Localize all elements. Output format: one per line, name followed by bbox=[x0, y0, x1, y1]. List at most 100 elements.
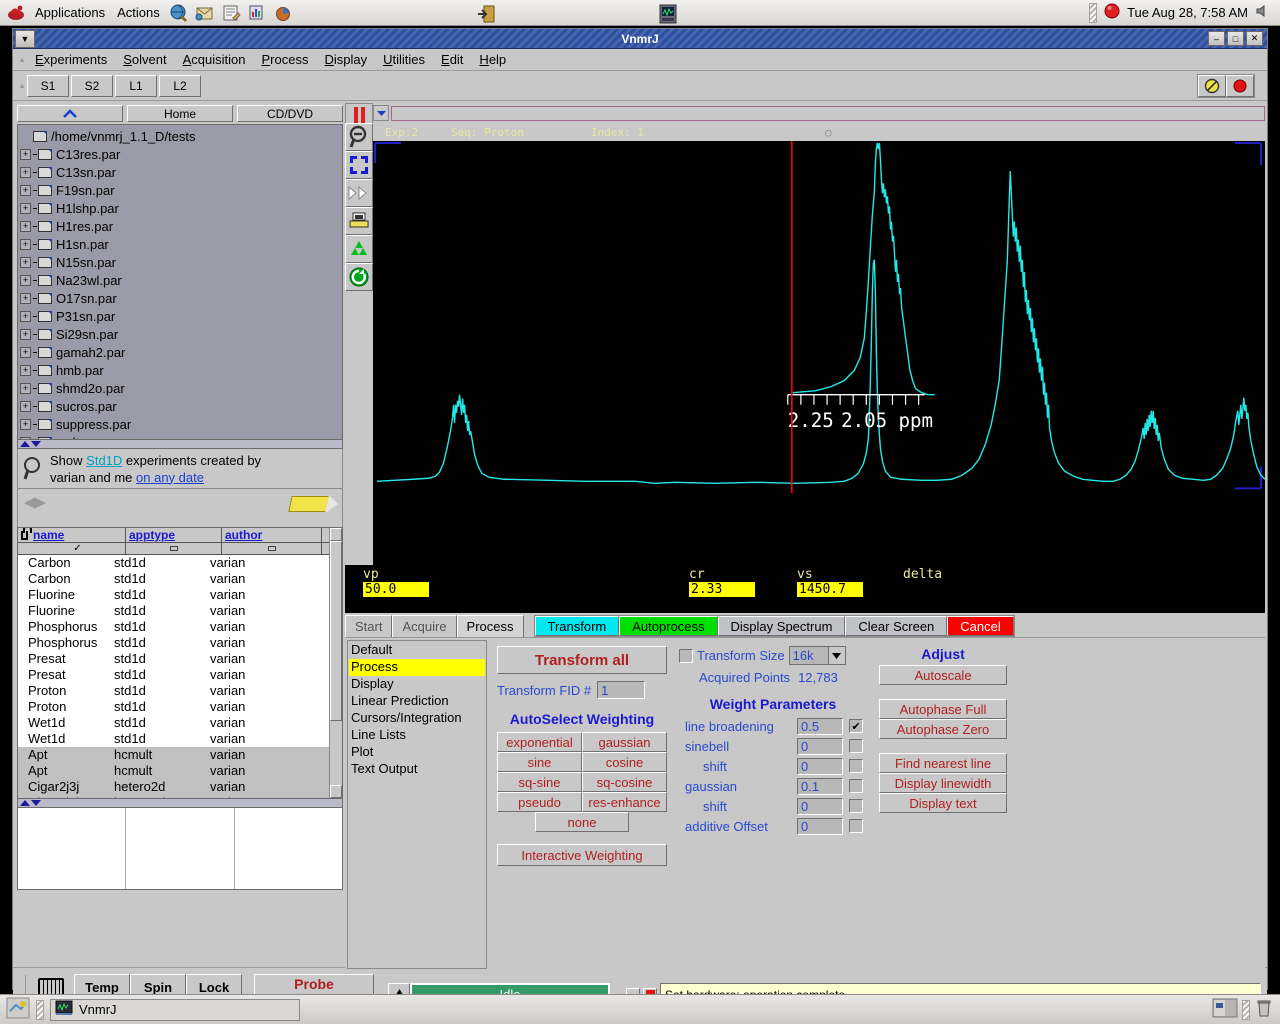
toolbar-button-l1[interactable]: L1 bbox=[115, 74, 157, 97]
autophase-full-button[interactable]: Autophase Full bbox=[879, 699, 1007, 719]
chevron-down-icon[interactable] bbox=[373, 105, 389, 121]
weight-param-input[interactable]: 0.1 bbox=[797, 777, 843, 795]
spectrum-display[interactable]: Exp:2 Seq: Proton Index: 1 ○ 2.25 2.05 p… bbox=[373, 123, 1265, 565]
web-browser-icon[interactable] bbox=[169, 3, 189, 23]
table-row[interactable]: Phosphorus std1d varian bbox=[18, 619, 329, 635]
magnifier-icon[interactable] bbox=[22, 456, 44, 482]
redhat-logo-icon[interactable] bbox=[6, 3, 26, 23]
weighting-sq-cosine[interactable]: sq-cosine bbox=[582, 772, 667, 792]
tree-item[interactable]: + shmd2o.par bbox=[20, 379, 342, 397]
param-vs[interactable]: vs 1450.7 bbox=[797, 567, 863, 597]
full-screen-icon[interactable] bbox=[345, 151, 373, 179]
no-entry-icon[interactable] bbox=[1198, 74, 1226, 97]
minimize-button[interactable]: – bbox=[1208, 31, 1225, 46]
column-header-name[interactable]: name bbox=[30, 528, 126, 542]
display-text-button[interactable]: Display text bbox=[879, 793, 1007, 813]
workspace-switcher-icon[interactable] bbox=[1212, 998, 1238, 1021]
weighting-cosine[interactable]: cosine bbox=[582, 752, 667, 772]
process-page-item[interactable]: Process bbox=[349, 659, 485, 676]
expand-icon[interactable]: + bbox=[20, 256, 31, 268]
locator-table[interactable]: name apptype author ✓ Carbon std1d varian C… bbox=[17, 527, 343, 799]
weighting-res-enhance[interactable]: res-enhance bbox=[582, 792, 667, 812]
probe-label[interactable]: Probe bbox=[254, 973, 374, 995]
print-icon[interactable] bbox=[345, 207, 373, 235]
process-page-item[interactable]: Line Lists bbox=[349, 727, 485, 744]
presentation-icon[interactable] bbox=[247, 3, 267, 23]
weighting-gaussian[interactable]: gaussian bbox=[582, 732, 667, 752]
tree-item[interactable]: +waltz.par bbox=[20, 433, 342, 439]
expand-icon[interactable]: + bbox=[20, 292, 31, 304]
tree-root-row[interactable]: /home/vnmrj_1.1_D/tests bbox=[20, 127, 342, 145]
expand-icon[interactable]: + bbox=[20, 364, 31, 376]
tab-start[interactable]: Start bbox=[345, 615, 393, 637]
tray-drag-handle[interactable] bbox=[1242, 999, 1250, 1020]
toolbar-button-l2[interactable]: L2 bbox=[159, 74, 201, 97]
weight-param-input[interactable]: 0 bbox=[797, 757, 843, 775]
transform-fid-input[interactable]: 1 bbox=[597, 681, 646, 699]
menu-help[interactable]: Help bbox=[471, 50, 514, 69]
menu-utilities[interactable]: Utilities bbox=[375, 50, 433, 69]
display-linewidth-button[interactable]: Display linewidth bbox=[879, 773, 1007, 793]
expand-icon[interactable]: + bbox=[20, 220, 31, 232]
transform-size-select[interactable]: 16k bbox=[788, 646, 846, 665]
spectrum-canvas[interactable]: 2.25 2.05 ppm bbox=[373, 141, 1265, 494]
table-row[interactable]: Carbon std1d varian bbox=[18, 555, 329, 571]
date-filter-link[interactable]: on any date bbox=[136, 470, 204, 485]
column-header-author[interactable]: author bbox=[222, 528, 322, 542]
file-tree[interactable]: /home/vnmrj_1.1_D/tests + C13res.par + C13s… bbox=[17, 124, 343, 440]
volume-icon[interactable] bbox=[1254, 3, 1270, 22]
table-row[interactable]: Proton std1d varian bbox=[18, 683, 329, 699]
locator-scroll-down-icon[interactable] bbox=[330, 785, 342, 798]
weighting-sine[interactable]: sine bbox=[497, 752, 582, 772]
expand-icon[interactable]: + bbox=[20, 166, 31, 178]
tree-item[interactable]: + H1lshp.par bbox=[20, 199, 342, 217]
panel-drag-handle[interactable] bbox=[1089, 2, 1098, 23]
autophase-zero-button[interactable]: Autophase Zero bbox=[879, 719, 1007, 739]
find-nearest-line-button[interactable]: Find nearest line bbox=[879, 753, 1007, 773]
tree-item[interactable]: + N15sn.par bbox=[20, 253, 342, 271]
weight-param-checkbox[interactable] bbox=[849, 759, 863, 773]
param-vs-value[interactable]: 1450.7 bbox=[797, 582, 863, 597]
expand-icon[interactable]: + bbox=[20, 310, 31, 322]
scroll-down-icon[interactable] bbox=[31, 441, 41, 447]
table-row[interactable]: Carbon std1d varian bbox=[18, 571, 329, 587]
scroll-up-icon[interactable] bbox=[20, 441, 30, 447]
tree-item[interactable]: + F19sn.par bbox=[20, 181, 342, 199]
recycle-icon[interactable] bbox=[345, 235, 373, 263]
action-cancel[interactable]: Cancel bbox=[947, 616, 1014, 636]
mail-icon[interactable] bbox=[195, 3, 215, 23]
action-autoprocess[interactable]: Autoprocess bbox=[619, 616, 718, 636]
weight-param-input[interactable]: 0 bbox=[797, 817, 843, 835]
filter-cell-name[interactable]: ✓ bbox=[30, 543, 126, 554]
filter-cell-author[interactable] bbox=[222, 543, 322, 554]
transform-all-button[interactable]: Transform all bbox=[497, 646, 667, 674]
tree-item[interactable]: + Si29sn.par bbox=[20, 325, 342, 343]
transform-size-checkbox[interactable] bbox=[679, 648, 693, 663]
tree-item[interactable]: + gamah2.par bbox=[20, 343, 342, 361]
locator-scroll-thumb[interactable] bbox=[330, 541, 342, 721]
menu-display[interactable]: Display bbox=[316, 50, 375, 69]
table-row[interactable]: Apt hcmult varian bbox=[18, 763, 329, 779]
process-page-list[interactable]: Default Process Display Linear Prediction Cu… bbox=[347, 640, 487, 969]
action-transform[interactable]: Transform bbox=[534, 616, 620, 636]
clock-area[interactable]: Tue Aug 28, 7:58 AM bbox=[1089, 2, 1274, 23]
tree-item[interactable]: + O17sn.par bbox=[20, 289, 342, 307]
menubar-drag-handle[interactable]: ▴ bbox=[17, 51, 27, 69]
menu-process[interactable]: Process bbox=[254, 50, 317, 69]
nav-home-button[interactable]: Home bbox=[127, 105, 233, 122]
weighting-sq-sine[interactable]: sq-sine bbox=[497, 772, 582, 792]
toolbar-button-s2[interactable]: S2 bbox=[71, 74, 113, 97]
table-row[interactable]: Cigar2j3j hetero2d varian bbox=[18, 779, 329, 795]
tab-process[interactable]: Process bbox=[456, 615, 524, 637]
menu-acquisition[interactable]: Acquisition bbox=[175, 50, 254, 69]
menu-solvent[interactable]: Solvent bbox=[115, 50, 174, 69]
action-clear-screen[interactable]: Clear Screen bbox=[845, 616, 948, 636]
weight-param-input[interactable]: 0 bbox=[797, 737, 843, 755]
table-row[interactable]: Presat std1d varian bbox=[18, 651, 329, 667]
table-row[interactable]: Wet1d std1d varian bbox=[18, 715, 329, 731]
nav-cddvd-button[interactable]: CD/DVD bbox=[237, 105, 343, 122]
zoom-out-icon[interactable] bbox=[345, 123, 373, 151]
interactive-weighting-button[interactable]: Interactive Weighting bbox=[497, 844, 667, 866]
weighting-exponential[interactable]: exponential bbox=[497, 732, 582, 752]
fast-forward-icon[interactable] bbox=[345, 179, 373, 207]
